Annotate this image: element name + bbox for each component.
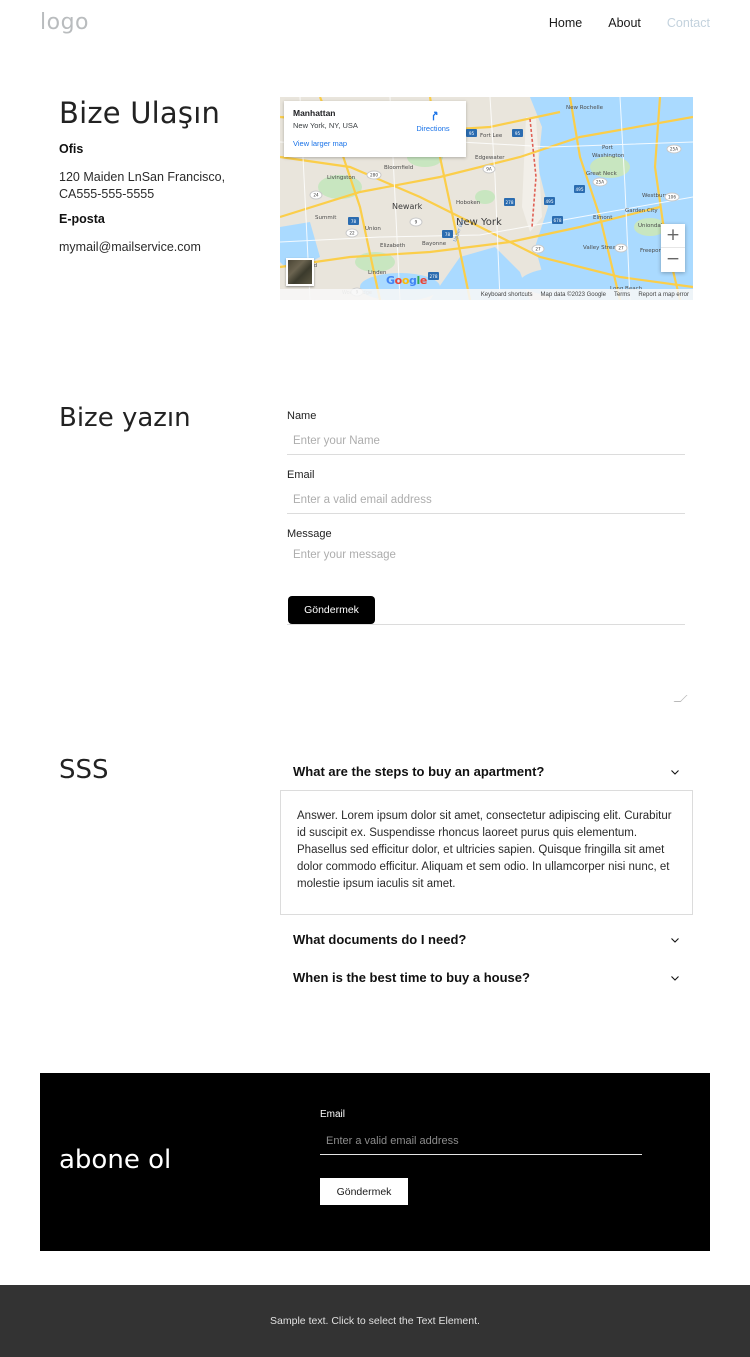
newsletter-section: abone ol Email Göndermek (40, 1073, 710, 1251)
newsletter-email-input[interactable] (320, 1135, 642, 1155)
main-nav: Home About Contact (549, 16, 710, 30)
google-logo: Google (386, 274, 427, 287)
newsletter-email-label: Email (320, 1109, 346, 1120)
office-address: 120 Maiden LnSan Francisco, CA555-555-55… (59, 170, 226, 201)
map-satellite-thumbnail[interactable] (286, 258, 314, 286)
faq-list: What are the steps to buy an apartment? … (280, 758, 693, 991)
email-input[interactable] (287, 494, 685, 514)
svg-text:95: 95 (515, 131, 521, 136)
svg-text:106: 106 (668, 195, 676, 200)
svg-text:Bayonne: Bayonne (422, 241, 447, 247)
chevron-down-icon (671, 975, 679, 981)
svg-text:Great Neck: Great Neck (586, 171, 618, 177)
svg-text:Livingston: Livingston (327, 175, 356, 181)
svg-text:278: 278 (430, 274, 438, 279)
svg-text:9: 9 (415, 220, 418, 225)
site-header: logo Home About Contact (0, 0, 750, 48)
email-label-form: Email (287, 469, 315, 481)
contact-submit-button[interactable]: Göndermek (288, 596, 375, 624)
svg-text:Bloomfield: Bloomfield (384, 165, 413, 171)
map-zoom-out-button[interactable]: − (661, 248, 685, 272)
svg-text:Summit: Summit (315, 215, 337, 221)
faq-item: What documents do I need? (280, 926, 693, 953)
svg-text:Elmont: Elmont (593, 215, 613, 221)
faq-item: When is the best time to buy a house? (280, 964, 693, 991)
faq-question-text: What are the steps to buy an apartment? (293, 764, 545, 779)
logo[interactable]: logo (40, 10, 89, 35)
svg-text:Union: Union (365, 226, 381, 232)
svg-text:78: 78 (445, 232, 451, 237)
map-report-error-link[interactable]: Report a map error (638, 292, 689, 298)
write-us-heading: Bize yazın (59, 403, 191, 433)
faq-question-toggle[interactable]: What are the steps to buy an apartment? (280, 758, 693, 785)
page-root: logo Home About Contact Bize Ulaşın Ofis… (0, 0, 750, 1357)
svg-text:27: 27 (535, 247, 541, 252)
faq-item: What are the steps to buy an apartment? … (280, 758, 693, 915)
map-zoom-controls: + − (661, 224, 685, 272)
name-label: Name (287, 410, 317, 422)
svg-text:678: 678 (554, 218, 562, 223)
directions-icon (432, 111, 437, 121)
svg-text:Edgewater: Edgewater (475, 155, 505, 161)
faq-question-text: When is the best time to buy a house? (293, 970, 530, 985)
newsletter-title: abone ol (59, 1145, 172, 1175)
textarea-resize-handle[interactable] (673, 695, 688, 702)
footer-text: Sample text. Click to select the Text El… (270, 1315, 480, 1327)
map-zoom-in-button[interactable]: + (661, 224, 685, 248)
svg-text:Fort Lee: Fort Lee (480, 133, 503, 139)
svg-text:Port: Port (602, 145, 614, 151)
svg-text:New Rochelle: New Rochelle (566, 105, 604, 111)
newsletter-submit-button[interactable]: Göndermek (320, 1178, 408, 1205)
name-input[interactable] (287, 435, 685, 455)
site-footer: Sample text. Click to select the Text El… (0, 1285, 750, 1357)
contact-email: mymail@mailservice.com (59, 240, 201, 254)
svg-text:495: 495 (576, 187, 584, 192)
faq-question-toggle[interactable]: What documents do I need? (280, 926, 693, 953)
map-attribution-bar: Keyboard shortcuts Map data ©2023 Google… (280, 289, 693, 300)
svg-text:Elizabeth: Elizabeth (380, 243, 406, 249)
office-label: Ofis (59, 142, 84, 156)
svg-text:278: 278 (506, 200, 514, 205)
svg-text:Hoboken: Hoboken (456, 200, 481, 206)
svg-text:Linden: Linden (368, 270, 387, 276)
svg-text:27: 27 (618, 246, 624, 251)
svg-text:95: 95 (469, 131, 475, 136)
nav-item-home[interactable]: Home (549, 16, 582, 30)
newsletter-form: Email Göndermek (320, 1109, 642, 1205)
chevron-down-icon (671, 937, 679, 943)
email-label: E-posta (59, 212, 105, 226)
faq-question-toggle[interactable]: When is the best time to buy a house? (280, 964, 693, 991)
svg-text:495: 495 (546, 199, 554, 204)
chevron-down-icon (671, 769, 679, 775)
map-terms-link[interactable]: Terms (614, 292, 630, 298)
map-keyboard-shortcuts[interactable]: Keyboard shortcuts (481, 292, 533, 298)
form-group-name: Name (287, 410, 685, 455)
svg-text:24: 24 (313, 193, 319, 198)
svg-text:22: 22 (349, 231, 355, 236)
faq-answer-text: Answer. Lorem ipsum dolor sit amet, cons… (280, 790, 693, 915)
nav-item-contact[interactable]: Contact (667, 16, 710, 30)
map-view-larger-link[interactable]: View larger map (293, 139, 457, 148)
message-label: Message (287, 528, 332, 540)
contact-heading: Bize Ulaşın (59, 96, 221, 130)
nav-item-about[interactable]: About (608, 16, 641, 30)
faq-heading: SSS (59, 755, 109, 785)
faq-question-text: What documents do I need? (293, 932, 467, 947)
svg-text:Newark: Newark (392, 202, 423, 211)
map-data-credit: Map data ©2023 Google (540, 291, 606, 298)
svg-text:Washington: Washington (592, 153, 625, 159)
svg-text:25A: 25A (596, 180, 604, 185)
svg-text:78: 78 (351, 219, 357, 224)
map-directions-button[interactable]: Directions (410, 109, 456, 133)
svg-text:25A: 25A (670, 147, 678, 152)
svg-text:280: 280 (370, 173, 378, 178)
form-group-email: Email (287, 469, 685, 514)
svg-text:Garden City: Garden City (625, 208, 658, 214)
google-map[interactable]: Paterson New Rochelle Fort Lee Edgewater… (280, 97, 693, 300)
svg-text:9A: 9A (486, 167, 492, 172)
map-info-card[interactable]: Manhattan New York, NY, USA View larger … (284, 101, 466, 157)
map-directions-label: Directions (416, 124, 450, 133)
